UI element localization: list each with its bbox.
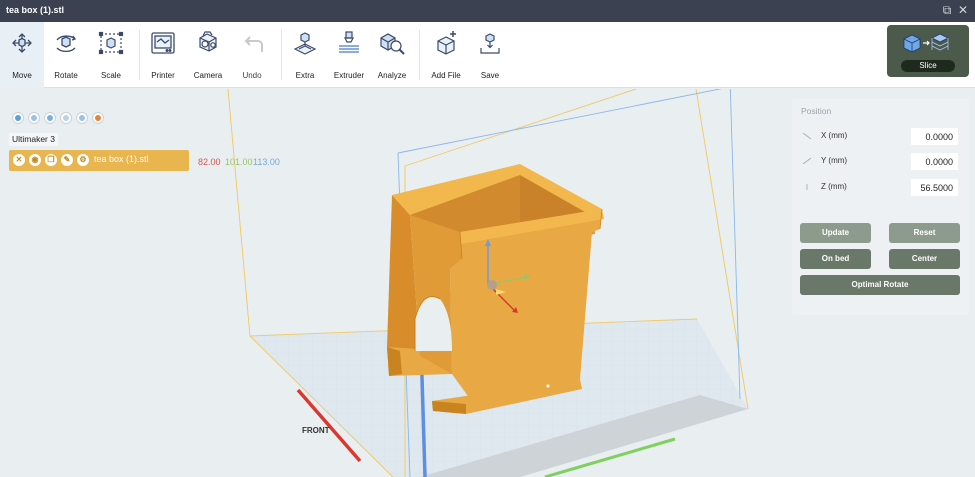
undo-tool-button[interactable]: Undo [230, 22, 274, 88]
visibility-icon[interactable]: ◉ [29, 154, 41, 166]
duplicate-icon[interactable]: ❐ [45, 154, 57, 166]
analyze-icon [380, 33, 405, 55]
y-position-input[interactable] [911, 153, 958, 170]
add-file-icon [437, 31, 456, 55]
toolbar-divider [139, 30, 140, 80]
slice-label: Slice [901, 60, 955, 72]
position-panel: Position X (mm) Y (mm) Z (mm) Update Res… [792, 99, 969, 315]
optimal-rotate-button[interactable]: Optimal Rotate [800, 275, 960, 295]
z-position-row: Z (mm) [792, 179, 969, 197]
slice-icon [903, 33, 949, 53]
on-bed-button[interactable]: On bed [800, 249, 871, 269]
x-position-row: X (mm) [792, 128, 969, 146]
analyze-label: Analyze [377, 71, 407, 80]
z-position-label: Z (mm) [821, 182, 847, 191]
printer-icon [151, 32, 175, 54]
extruder-icon [339, 31, 359, 53]
rotate-label: Rotate [54, 71, 78, 80]
object-list-item[interactable]: ✕ ◉ ❐ ✎ ⚙ tea box (1).stl [9, 150, 189, 171]
save-tool-button[interactable]: Save [468, 22, 512, 88]
toolbar-divider [281, 30, 282, 80]
analyze-tool-button[interactable]: Analyze [370, 22, 414, 88]
dimension-x: 82.00 [198, 157, 221, 167]
camera-icon [199, 31, 217, 52]
printer-name: Ultimaker 3 [9, 133, 58, 146]
remove-object-icon[interactable]: ✕ [13, 154, 25, 166]
frame-icon[interactable] [60, 112, 72, 124]
y-position-label: Y (mm) [821, 156, 848, 165]
extruder-tool-button[interactable]: Extruder [327, 22, 371, 88]
rotate-tool-button[interactable]: Rotate [44, 22, 88, 88]
dimension-y: 101.00 [225, 157, 253, 167]
toolbar-divider [419, 30, 420, 80]
slice-button[interactable]: Slice [887, 25, 969, 77]
y-position-row: Y (mm) [792, 153, 969, 171]
undo-icon [244, 36, 263, 52]
edit-icon[interactable]: ✎ [61, 154, 73, 166]
save-label: Save [480, 71, 500, 80]
toolbar: Move Rotate Scale Printer Camera Undo Ex… [0, 22, 975, 88]
object-name: tea box (1).stl [94, 154, 149, 164]
update-button[interactable]: Update [800, 223, 871, 243]
settings-icon[interactable]: ⚙ [77, 154, 89, 166]
add-file-tool-button[interactable]: Add File [424, 22, 468, 88]
title-bar: tea box (1).stl ⧉ ✕ [0, 0, 975, 22]
extra-tool-button[interactable]: Extra [283, 22, 327, 88]
add-file-label: Add File [431, 71, 461, 80]
reset-button[interactable]: Reset [889, 223, 960, 243]
restore-window-button[interactable]: ⧉ [940, 3, 954, 17]
move-tool-button[interactable]: Move [0, 22, 44, 88]
x-position-label: X (mm) [821, 131, 848, 140]
color-icon[interactable] [92, 112, 104, 124]
camera-tool-button[interactable]: Camera [186, 22, 230, 88]
printer-tool-button[interactable]: Printer [141, 22, 185, 88]
extruder-label: Extruder [333, 71, 365, 80]
move-label: Move [12, 71, 32, 80]
x-position-input[interactable] [911, 128, 958, 145]
scale-icon [98, 31, 124, 55]
extra-label: Extra [295, 71, 315, 80]
undo-label: Undo [242, 71, 262, 80]
eye-icon[interactable] [12, 112, 24, 124]
x-axis-icon [803, 133, 811, 139]
position-panel-title: Position [801, 106, 832, 116]
close-window-button[interactable]: ✕ [956, 3, 970, 17]
move-icon [12, 33, 32, 53]
extra-icon [293, 32, 317, 55]
rotate-icon [56, 35, 77, 53]
scale-tool-button[interactable]: Scale [89, 22, 133, 88]
y-axis-icon [803, 158, 811, 164]
window-title: tea box (1).stl [6, 5, 65, 15]
front-label: FRONT [302, 426, 330, 435]
save-icon [480, 33, 500, 54]
grid-icon[interactable] [44, 112, 56, 124]
layers-icon[interactable] [28, 112, 40, 124]
scale-label: Scale [100, 71, 121, 80]
camera-label: Camera [193, 71, 223, 80]
z-position-input[interactable] [911, 179, 958, 196]
center-button[interactable]: Center [889, 249, 960, 269]
printer-label: Printer [151, 71, 175, 80]
video-icon[interactable] [76, 112, 88, 124]
dimension-z: 113.00 [253, 157, 280, 167]
z-axis-icon [806, 184, 808, 190]
